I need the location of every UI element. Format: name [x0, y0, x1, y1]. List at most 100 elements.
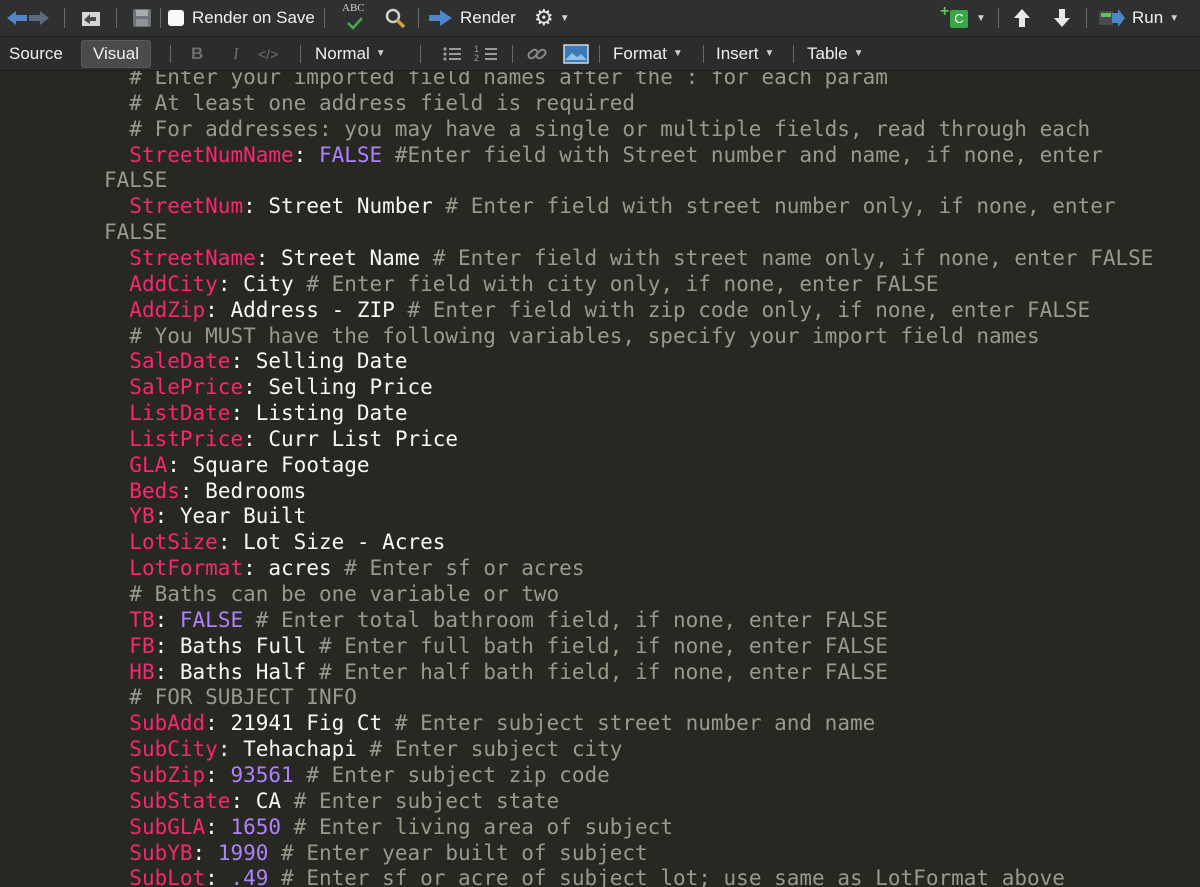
code-line[interactable]: StreetNum: Street Number # Enter field w… — [0, 193, 1200, 219]
comment-text: # Enter field with zip code only, if non… — [394, 297, 1091, 322]
code-line[interactable]: LotSize: Lot Size - Acres — [0, 529, 1200, 555]
comment-text: # At least one address field is required — [129, 90, 636, 115]
numbered-list-icon[interactable]: 1 2 — [474, 37, 498, 70]
gear-icon[interactable]: ⚙ ▼ — [534, 0, 570, 36]
code-line[interactable]: SubState: CA # Enter subject state — [0, 788, 1200, 814]
code-line[interactable]: FALSE — [0, 219, 1200, 245]
code-line[interactable]: SubZip: 93561 # Enter subject zip code — [0, 762, 1200, 788]
punctuation: : — [243, 426, 269, 451]
code-line[interactable]: SaleDate: Selling Date — [0, 348, 1200, 374]
code-line[interactable]: SubAdd: 21941 Fig Ct # Enter subject str… — [0, 710, 1200, 736]
code-button[interactable]: </> — [258, 37, 278, 70]
code-line[interactable]: YB: Year Built — [0, 503, 1200, 529]
code-line[interactable]: LotFormat: acres # Enter sf or acres — [0, 555, 1200, 581]
yaml-value: Address - ZIP — [230, 297, 395, 322]
code-line[interactable]: FALSE — [0, 167, 1200, 193]
tab-visual[interactable]: Visual — [81, 37, 151, 70]
code-line[interactable]: FB: Baths Full # Enter full bath field, … — [0, 633, 1200, 659]
punctuation: : — [192, 840, 218, 865]
paragraph-style-value: Normal — [315, 43, 370, 63]
insert-label: Insert — [716, 43, 759, 63]
code-line[interactable]: StreetNumName: FALSE #Enter field with S… — [0, 142, 1200, 168]
code-line[interactable]: # Baths can be one variable or two — [0, 581, 1200, 607]
code-line[interactable]: # At least one address field is required — [0, 90, 1200, 116]
yaml-key: Beds — [129, 478, 180, 503]
yaml-key: StreetNumName — [129, 142, 294, 167]
code-line[interactable]: GLA: Square Footage — [0, 452, 1200, 478]
render-on-save-checkbox[interactable]: Render on Save — [168, 0, 315, 36]
bullet-list-icon[interactable] — [442, 37, 462, 70]
comment-text: # Enter sf or acres — [331, 556, 585, 581]
code-line[interactable]: TB: FALSE # Enter total bathroom field, … — [0, 607, 1200, 633]
yaml-value: Tehachapi — [243, 737, 357, 762]
yaml-value: City — [243, 271, 294, 296]
tab-source[interactable]: Source — [9, 37, 63, 70]
yaml-constant: FALSE — [179, 607, 244, 632]
yaml-key: LotSize — [129, 530, 218, 555]
code-editor[interactable]: # Enter your imported field names after … — [0, 71, 1200, 887]
render-button[interactable]: Render — [428, 0, 516, 36]
code-line[interactable]: SubLot: .49 # Enter sf or acre of subjec… — [0, 865, 1200, 887]
paragraph-style-dropdown[interactable]: Normal ▼ — [315, 37, 386, 70]
insert-chunk-button[interactable]: + C ▼ — [940, 0, 986, 36]
find-icon[interactable] — [384, 0, 406, 36]
punctuation: : — [205, 814, 231, 839]
goto-dir-icon[interactable] — [80, 0, 102, 36]
link-icon[interactable] — [526, 37, 548, 70]
code-line[interactable]: StreetName: Street Name # Enter field wi… — [0, 245, 1200, 271]
render-on-save-label: Render on Save — [192, 8, 315, 27]
forward-arrow-icon[interactable] — [28, 0, 50, 36]
comment-text: FALSE — [104, 168, 168, 193]
code-line[interactable]: SubCity: Tehachapi # Enter subject city — [0, 736, 1200, 762]
comment-text: # Enter field with city only, if none, e… — [293, 271, 939, 296]
code-line[interactable]: SalePrice: Selling Price — [0, 374, 1200, 400]
code-line[interactable]: AddCity: City # Enter field with city on… — [0, 271, 1200, 297]
up-arrow-icon[interactable] — [1012, 0, 1032, 36]
insert-menu[interactable]: Insert ▼ — [716, 37, 774, 70]
down-arrow-icon[interactable] — [1052, 0, 1072, 36]
yaml-value: Street Name — [281, 245, 421, 270]
chunk-label: C — [950, 10, 968, 28]
code-line[interactable]: HB: Baths Half # Enter half bath field, … — [0, 659, 1200, 685]
code-line[interactable]: AddZip: Address - ZIP # Enter field with… — [0, 297, 1200, 323]
yaml-key: SubGLA — [129, 814, 206, 839]
yaml-value: 21941 Fig Ct — [230, 711, 383, 736]
save-icon[interactable] — [132, 0, 152, 36]
italic-button[interactable]: I — [233, 37, 239, 70]
yaml-key: LotFormat — [129, 556, 244, 581]
format-menu[interactable]: Format ▼ — [613, 37, 683, 70]
run-button[interactable]: Run ▼ — [1098, 0, 1179, 36]
run-icon — [1099, 9, 1125, 27]
code-line[interactable]: # FOR SUBJECT INFO — [0, 684, 1200, 710]
code-line[interactable]: ListPrice: Curr List Price — [0, 426, 1200, 452]
code-line[interactable]: SubYB: 1990 # Enter year built of subjec… — [0, 840, 1200, 866]
back-arrow-icon[interactable] — [6, 0, 28, 36]
code-line[interactable]: # Enter your imported field names after … — [0, 71, 1200, 90]
checkbox-box[interactable] — [168, 10, 184, 26]
image-icon[interactable] — [563, 37, 589, 70]
yaml-constant: 93561 — [230, 762, 294, 787]
spellcheck-abc-text: ABC — [342, 2, 365, 14]
yaml-value: CA — [255, 788, 282, 813]
code-line[interactable]: ListDate: Listing Date — [0, 400, 1200, 426]
code-line[interactable]: Beds: Bedrooms — [0, 478, 1200, 504]
code-line[interactable]: # You MUST have the following variables,… — [0, 323, 1200, 349]
code-line[interactable]: SubGLA: 1650 # Enter living area of subj… — [0, 814, 1200, 840]
table-menu[interactable]: Table ▼ — [807, 37, 864, 70]
spellcheck-icon[interactable]: ABC — [340, 0, 370, 36]
code-line[interactable]: # For addresses: you may have a single o… — [0, 116, 1200, 142]
comment-text: # Enter your imported field names after … — [129, 71, 888, 89]
bold-button[interactable]: B — [191, 37, 203, 70]
render-icon — [429, 10, 452, 26]
comment-text: #Enter field with Street number and name… — [382, 142, 1103, 167]
yaml-value: acres — [268, 556, 332, 581]
